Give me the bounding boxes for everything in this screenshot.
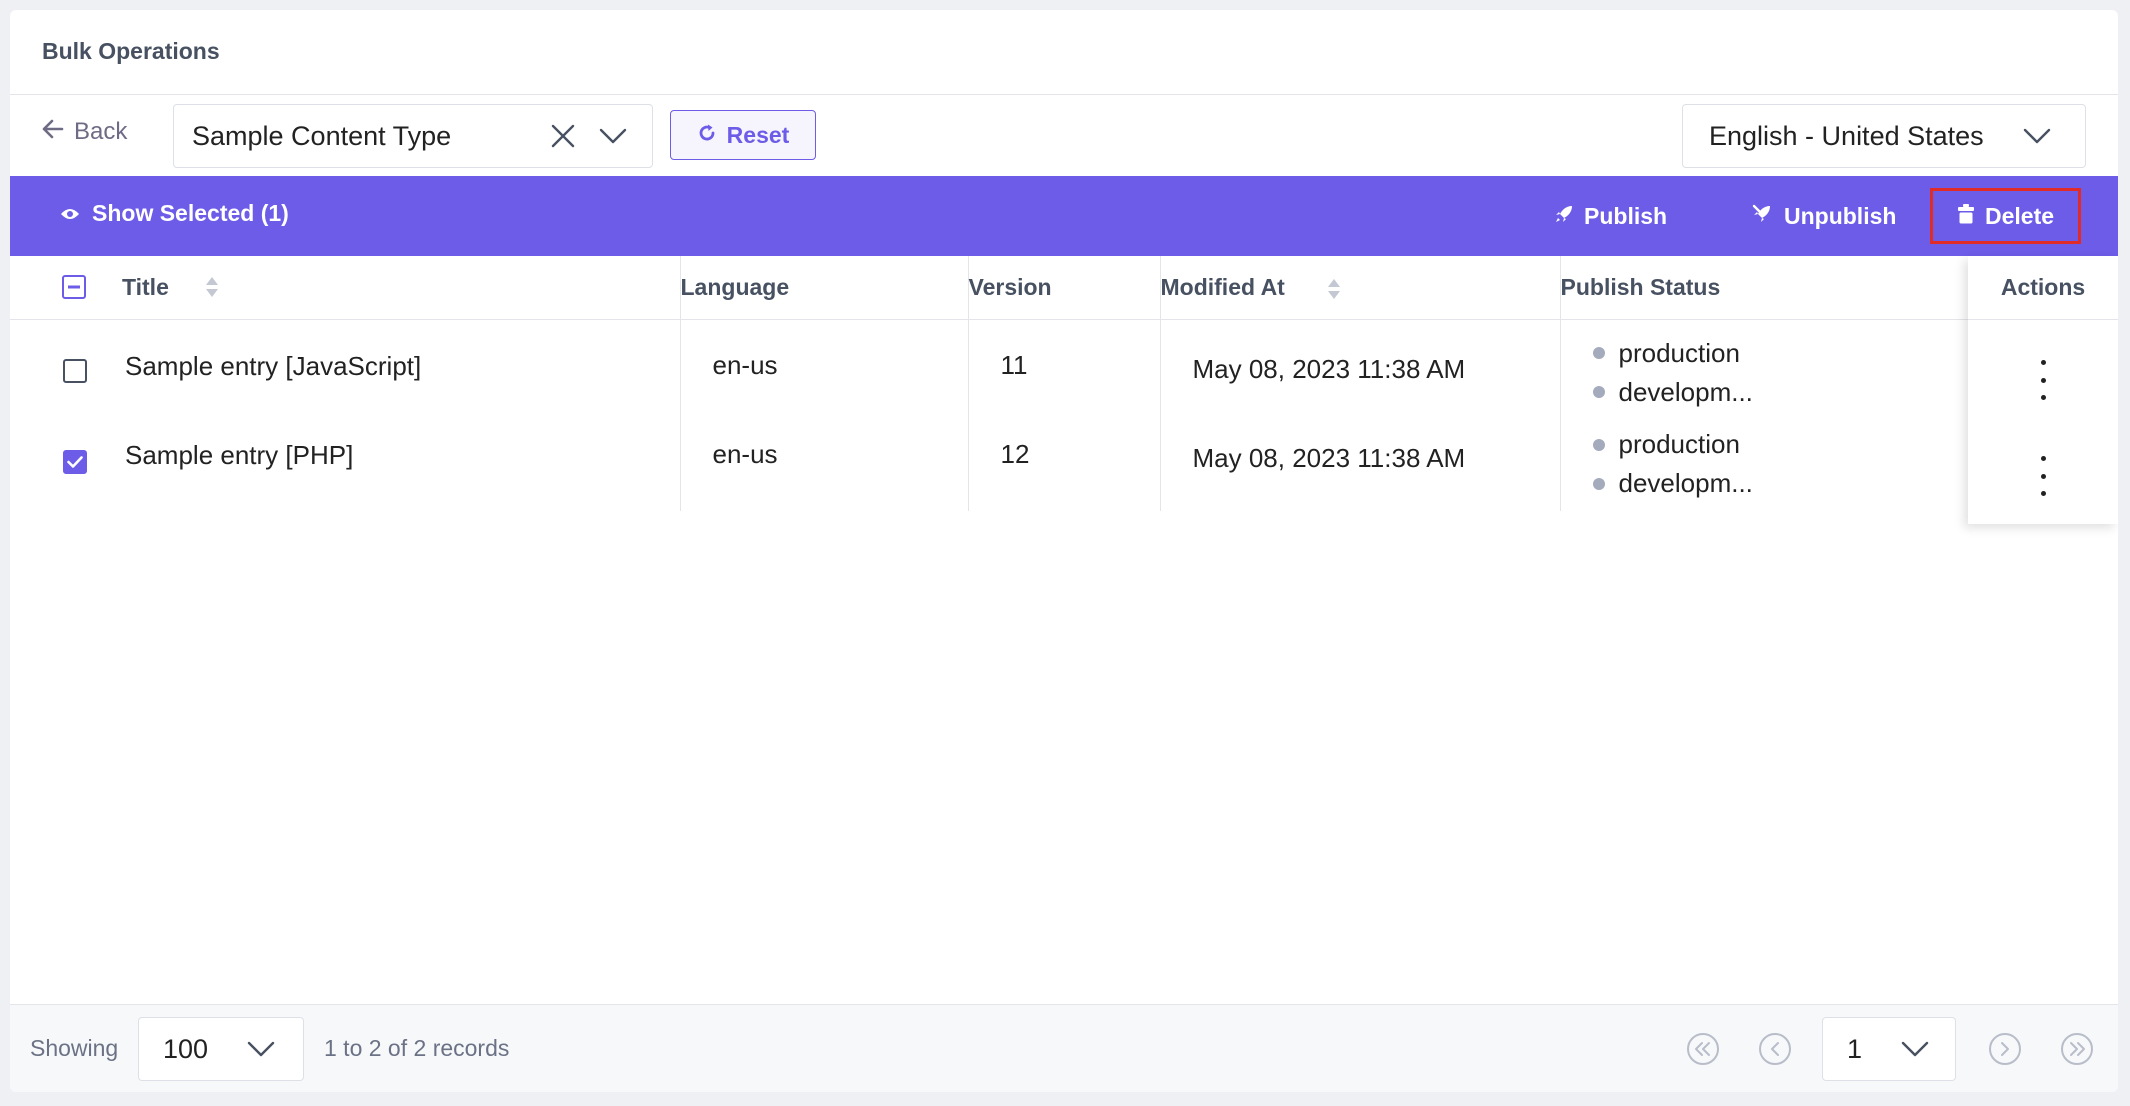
current-page: 1 bbox=[1847, 1033, 1863, 1064]
records-count: 1 to 2 of 2 records bbox=[324, 1035, 510, 1061]
row-checkbox[interactable] bbox=[63, 450, 87, 474]
checkmark-icon bbox=[67, 456, 83, 468]
refresh-icon bbox=[697, 122, 717, 149]
modified-at-cell: May 08, 2023 11:38 AM bbox=[1160, 319, 1561, 415]
bulk-action-bar: Show Selected (1) Publish Unpublish Dele… bbox=[10, 176, 2118, 256]
more-options-icon[interactable] bbox=[2028, 360, 2058, 400]
last-page-icon[interactable] bbox=[2060, 1032, 2094, 1066]
table-header-row: Title Language Version Modified At Publi… bbox=[10, 256, 1970, 320]
column-header-modified-at: Modified At bbox=[1160, 256, 1561, 320]
clear-icon[interactable] bbox=[538, 111, 588, 161]
locale-select[interactable]: English - United States bbox=[1682, 104, 2086, 168]
eye-icon bbox=[60, 200, 80, 227]
language-cell: en-us bbox=[680, 319, 969, 415]
version-cell: 11 bbox=[968, 319, 1161, 415]
bulk-operations-panel: Bulk Operations Back Sample Content Type… bbox=[10, 10, 2118, 1092]
locale-value: English - United States bbox=[1709, 120, 1984, 151]
arrow-left-icon bbox=[42, 118, 64, 146]
content-type-select[interactable]: Sample Content Type bbox=[173, 104, 653, 168]
row-checkbox[interactable] bbox=[63, 358, 87, 383]
reset-label: Reset bbox=[726, 121, 790, 148]
title-cell: Sample entry [JavaScript] bbox=[10, 319, 681, 415]
status-label: production bbox=[1618, 337, 1740, 368]
entries-table: Title Language Version Modified At Publi… bbox=[10, 256, 1970, 511]
delete-label: Delete bbox=[1985, 202, 2055, 229]
first-page-icon[interactable] bbox=[1686, 1032, 1720, 1066]
content-type-value: Sample Content Type bbox=[192, 120, 452, 151]
publish-status-cell: production developm... bbox=[1560, 319, 1970, 415]
title-header-label: Title bbox=[122, 273, 169, 300]
reset-button[interactable]: Reset bbox=[670, 110, 816, 160]
status-label: developm... bbox=[1618, 376, 1753, 407]
sort-icon[interactable] bbox=[205, 276, 219, 298]
next-page-icon[interactable] bbox=[1988, 1032, 2022, 1066]
status-label: production bbox=[1618, 429, 1740, 459]
status-item: production bbox=[1592, 429, 1970, 460]
status-item: developm... bbox=[1592, 376, 1970, 408]
select-all-checkbox[interactable] bbox=[62, 275, 86, 300]
unpublish-button[interactable]: Unpublish bbox=[1728, 188, 1920, 244]
show-selected-label: Show Selected (1) bbox=[92, 200, 289, 226]
pagination-footer: Showing 100 1 to 2 of 2 records 1 bbox=[10, 1004, 2118, 1092]
back-button[interactable]: Back bbox=[42, 118, 127, 146]
chevron-down-icon bbox=[2023, 128, 2051, 144]
rocket-icon bbox=[1554, 203, 1574, 230]
language-cell: en-us bbox=[680, 415, 969, 511]
modified-at-header-label: Modified At bbox=[1160, 273, 1285, 300]
column-header-publish-status: Publish Status bbox=[1560, 256, 1970, 320]
unpublish-label: Unpublish bbox=[1784, 202, 1897, 229]
page-size-value: 100 bbox=[163, 1033, 209, 1064]
status-item: production bbox=[1592, 337, 1970, 369]
status-dot bbox=[1592, 438, 1605, 451]
more-options-icon[interactable] bbox=[2028, 456, 2058, 496]
entry-title[interactable]: Sample entry [JavaScript] bbox=[125, 351, 421, 382]
toolbar: Back Sample Content Type Reset English -… bbox=[10, 94, 2118, 176]
column-header-version: Version bbox=[968, 256, 1161, 320]
entry-title[interactable]: Sample entry [PHP] bbox=[125, 440, 353, 471]
showing-label: Showing bbox=[30, 1035, 119, 1061]
title-cell: Sample entry [PHP] bbox=[10, 415, 681, 511]
sort-icon[interactable] bbox=[1327, 278, 1341, 300]
back-label: Back bbox=[74, 118, 128, 145]
column-header-title: Title bbox=[10, 256, 681, 320]
status-label: developm... bbox=[1618, 468, 1753, 498]
table-row[interactable]: Sample entry [PHP] en-us 12 May 08, 2023… bbox=[10, 415, 1970, 511]
show-selected-button[interactable]: Show Selected (1) bbox=[60, 200, 289, 227]
page-number-select[interactable]: 1 bbox=[1822, 1017, 1956, 1081]
column-header-actions: Actions bbox=[1968, 256, 2118, 320]
publish-button[interactable]: Publish bbox=[1530, 188, 1691, 244]
version-cell: 12 bbox=[968, 415, 1161, 511]
column-header-language: Language bbox=[680, 256, 969, 320]
trash-icon bbox=[1957, 203, 1975, 230]
chevron-down-icon bbox=[1901, 1041, 1929, 1057]
page-header: Bulk Operations bbox=[10, 10, 2118, 95]
page-size-select[interactable]: 100 bbox=[138, 1017, 304, 1081]
actions-column: Actions bbox=[1968, 256, 2118, 524]
status-dot bbox=[1592, 477, 1605, 490]
chevron-down-icon[interactable] bbox=[588, 111, 638, 161]
previous-page-icon[interactable] bbox=[1758, 1032, 1792, 1066]
table-row[interactable]: Sample entry [JavaScript] en-us 11 May 0… bbox=[10, 319, 1970, 415]
publish-status-cell: production developm... bbox=[1560, 415, 1970, 511]
modified-at-cell: May 08, 2023 11:38 AM bbox=[1160, 415, 1561, 511]
unpublish-icon bbox=[1752, 203, 1774, 230]
publish-label: Publish bbox=[1584, 202, 1668, 229]
status-item: developm... bbox=[1592, 468, 1970, 499]
page-title: Bulk Operations bbox=[42, 38, 220, 64]
status-dot bbox=[1592, 386, 1605, 398]
chevron-down-icon bbox=[247, 1041, 275, 1057]
delete-button[interactable]: Delete bbox=[1930, 188, 2082, 244]
status-dot bbox=[1592, 347, 1605, 359]
